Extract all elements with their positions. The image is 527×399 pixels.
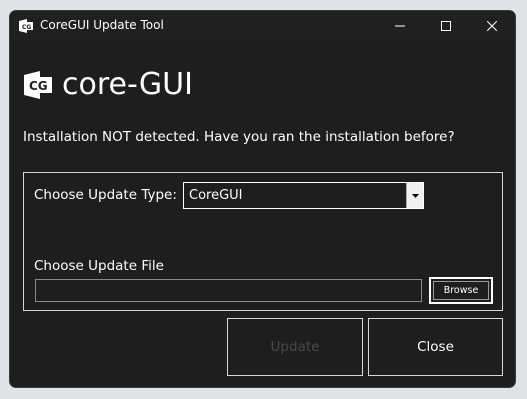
update-file-label: Choose Update File [34, 258, 164, 274]
brand-name: core-GUI [62, 67, 193, 102]
svg-text:CG: CG [22, 24, 31, 31]
close-icon [487, 21, 497, 31]
close-window-button[interactable] [469, 11, 515, 41]
caret-down-icon [411, 193, 419, 198]
minimize-button[interactable] [377, 11, 423, 41]
update-type-label: Choose Update Type: [34, 187, 177, 203]
maximize-icon [441, 21, 451, 31]
dropdown-arrow-button[interactable] [406, 183, 423, 208]
update-button[interactable]: Update [227, 318, 363, 376]
coregui-logo-icon: CG [19, 19, 33, 33]
update-type-select[interactable]: CoreGUI [183, 182, 424, 209]
update-options-group: Choose Update Type: CoreGUI Choose Updat… [23, 172, 503, 311]
browse-button-label: Browse [433, 281, 489, 300]
app-window: CG CoreGUI Update Tool CG core-GUI Insta… [9, 10, 516, 388]
update-file-path-input[interactable] [35, 279, 422, 302]
minimize-icon [395, 25, 405, 27]
window-title: CoreGUI Update Tool [40, 18, 164, 32]
close-button[interactable]: Close [368, 318, 503, 376]
svg-text:CG: CG [29, 79, 48, 93]
browse-button[interactable]: Browse [429, 277, 493, 304]
title-bar[interactable]: CG CoreGUI Update Tool [10, 11, 515, 41]
maximize-button[interactable] [423, 11, 469, 41]
installation-status-message: Installation NOT detected. Have you ran … [23, 129, 455, 145]
brand-logo-icon: CG [24, 71, 52, 99]
update-type-selected-value: CoreGUI [189, 188, 243, 203]
